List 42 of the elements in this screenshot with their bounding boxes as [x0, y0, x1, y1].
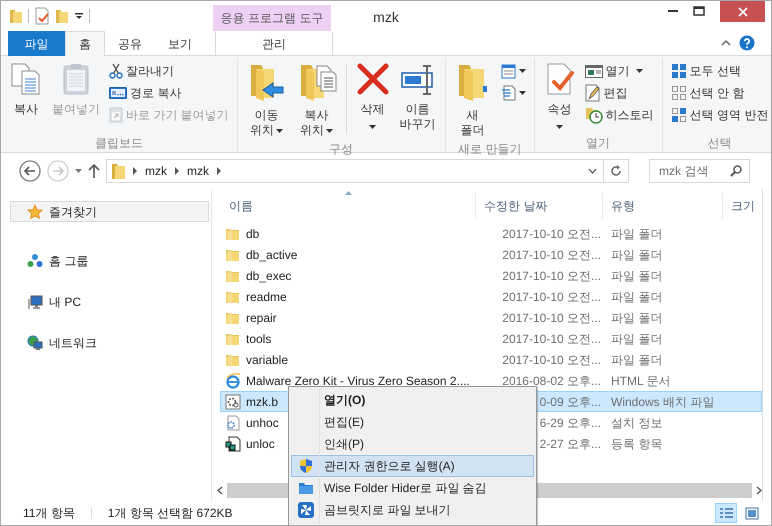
file-date: 2017-10-10 오전...: [501, 288, 602, 306]
file-type: 등록 항목: [610, 436, 664, 452]
file-date: 0-09 오후...: [538, 394, 602, 410]
file-type: Windows 배치 파일: [610, 394, 716, 410]
file-type: 설치 정보: [610, 414, 664, 432]
file-date: 2017-10-10 오전...: [501, 310, 602, 326]
file-date: 2017-10-10 오전...: [501, 268, 602, 284]
file-name: variable: [246, 352, 288, 368]
group-label: 구성: [328, 141, 354, 158]
group-label: 클립보드: [94, 135, 144, 152]
file-date: 2-27 오후...: [538, 436, 602, 452]
group-label: 열기: [585, 135, 612, 152]
group-label: 선택: [706, 135, 732, 152]
file-name: tools: [246, 330, 272, 348]
window-title: mzk: [372, 8, 400, 27]
file-type: 파일 폴더: [610, 330, 664, 348]
file-name: repair: [246, 310, 277, 326]
file-name: db: [246, 226, 260, 242]
file-type: 파일 폴더: [610, 226, 664, 242]
file-name: Malware Zero Kit - Virus Zero Season 2....: [246, 372, 470, 390]
item-count: 11개 항목: [23, 505, 75, 522]
selection-info: 1개 항목 선택함 672KB: [108, 505, 233, 522]
contextual-tab-header: 응용 프로그램 도구: [213, 5, 331, 31]
file-name: unloc: [246, 436, 275, 452]
group-label: 새로 만들기: [457, 141, 522, 158]
file-type: 파일 폴더: [610, 288, 664, 306]
file-date: 2017-10-10 오전...: [501, 330, 602, 348]
file-type: 파일 폴더: [610, 352, 664, 368]
file-type: HTML 문서: [610, 372, 672, 390]
file-date: 2016-08-02 오후...: [501, 372, 602, 390]
file-name: mzk.b: [246, 394, 278, 410]
file-type: 파일 폴더: [610, 246, 664, 264]
file-date: 2017-10-10 오전...: [501, 246, 602, 264]
file-name: readme: [246, 288, 287, 306]
file-name: unhoc: [246, 414, 279, 432]
file-type: 파일 폴더: [610, 310, 664, 326]
file-name: db_exec: [246, 268, 292, 284]
file-name: db_active: [246, 246, 298, 264]
file-date: 6-29 오후...: [538, 414, 602, 432]
file-date: 2017-10-10 오전...: [501, 226, 602, 242]
file-date: 2017-10-10 오전...: [501, 352, 602, 368]
file-type: 파일 폴더: [610, 268, 664, 284]
